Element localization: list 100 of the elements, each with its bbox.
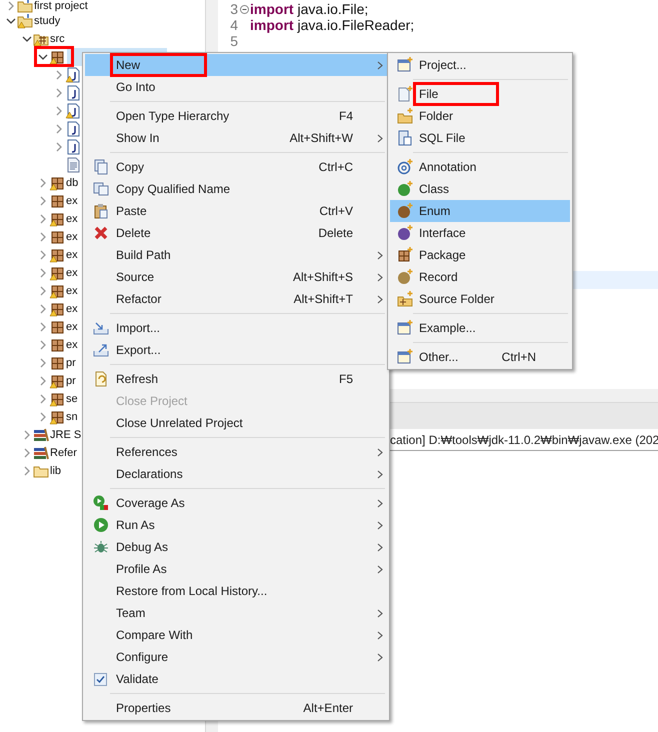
new-file-icon (396, 86, 412, 102)
menu-item[interactable]: Go Into (85, 76, 387, 98)
menu-item[interactable]: Restore from Local History... (85, 580, 387, 602)
tree-item-label[interactable]: JRE S (50, 429, 82, 441)
menu-item[interactable]: Team (85, 602, 387, 624)
export-tray-icon (92, 342, 108, 358)
menu-item[interactable]: Build Path (85, 244, 387, 266)
menu-item[interactable]: Enum (390, 200, 570, 222)
tree-item-label[interactable]: ex (66, 249, 78, 261)
tree-item-label[interactable]: pr (66, 357, 76, 369)
menu-item[interactable]: Source Alt+Shift+S (85, 266, 387, 288)
menu-item[interactable]: Interface (390, 222, 570, 244)
tree-item-label[interactable]: study (34, 15, 60, 27)
tree-item-label[interactable]: ex (66, 213, 78, 225)
menu-item[interactable]: Example... (390, 317, 570, 339)
menu-item[interactable]: Copy Ctrl+C (85, 156, 387, 178)
at-sign-icon (396, 159, 412, 175)
menu-item[interactable]: Record (390, 266, 570, 288)
menu-item[interactable]: Annotation (390, 156, 570, 178)
menu-item[interactable]: Properties Alt+Enter (85, 697, 387, 719)
menu-item[interactable]: Refresh F5 (85, 368, 387, 390)
chevron-right-icon[interactable] (38, 394, 48, 404)
tree-item-label[interactable]: sn (66, 411, 78, 423)
chevron-right-icon[interactable] (38, 322, 48, 332)
chevron-right-icon[interactable] (38, 376, 48, 386)
checkbox[interactable] (94, 672, 107, 686)
menu-item[interactable]: Paste Ctrl+V (85, 200, 387, 222)
chevron-right-icon[interactable] (54, 142, 64, 152)
menu-item[interactable]: Close Unrelated Project (85, 412, 387, 434)
chevron-right-icon[interactable] (38, 304, 48, 314)
chevron-right-icon[interactable] (38, 412, 48, 422)
chevron-right-icon[interactable] (38, 214, 48, 224)
menu-item[interactable]: Project... (390, 54, 570, 76)
menu-item[interactable]: Declarations (85, 463, 387, 485)
clipboard-icon (92, 203, 108, 219)
menu-item[interactable]: Compare With (85, 624, 387, 646)
menu-item-label: Properties (116, 700, 171, 717)
tree-item-label[interactable]: ex (66, 339, 78, 351)
chevron-down-icon[interactable] (38, 52, 48, 62)
collapse-icon[interactable] (240, 4, 248, 14)
tree-item-label[interactable]: ex (66, 267, 78, 279)
chevron-down-icon[interactable] (22, 34, 32, 44)
chevron-right-icon[interactable] (22, 430, 32, 440)
menu-item[interactable]: Export... (85, 339, 387, 361)
chevron-right-icon[interactable] (54, 88, 64, 98)
menu-item[interactable]: Debug As (85, 536, 387, 558)
chevron-down-icon[interactable] (6, 16, 16, 26)
shortcut-label: Alt+Enter (303, 700, 353, 717)
chevron-right-icon[interactable] (38, 286, 48, 296)
menu-item-label: Show In (116, 130, 160, 147)
tree-item-label[interactable]: se (66, 393, 78, 405)
menu-item[interactable]: Refactor Alt+Shift+T (85, 288, 387, 310)
menu-item[interactable]: Coverage As (85, 492, 387, 514)
menu-item[interactable]: File (390, 83, 570, 105)
menu-item[interactable]: Validate (85, 668, 387, 690)
menu-item[interactable]: Source Folder (390, 288, 570, 310)
menu-item-label: Export... (116, 342, 161, 359)
tree-item-label[interactable]: db (66, 177, 78, 189)
chevron-right-icon[interactable] (22, 466, 32, 476)
tree-item-label[interactable]: ex (66, 285, 78, 297)
tree-item-label[interactable]: lib (50, 465, 62, 477)
tree-item-label[interactable]: ex (66, 231, 78, 243)
menu-item[interactable]: Folder (390, 105, 570, 127)
chevron-right-icon[interactable] (38, 232, 48, 242)
menu-item[interactable]: Configure (85, 646, 387, 668)
tree-item-label[interactable]: Refer (50, 447, 77, 459)
menu-item[interactable]: Class (390, 178, 570, 200)
menu-item[interactable]: References (85, 441, 387, 463)
menu-item[interactable]: Delete Delete (85, 222, 387, 244)
chevron-right-icon[interactable] (6, 1, 16, 11)
chevron-right-icon[interactable] (38, 268, 48, 278)
chevron-right-icon[interactable] (22, 448, 32, 458)
menu-item[interactable]: Show In Alt+Shift+W (85, 127, 387, 149)
chevron-right-icon[interactable] (54, 106, 64, 116)
menu-item-label: Restore from Local History... (116, 583, 268, 600)
tree-item-label[interactable]: src (50, 33, 65, 45)
menu-item-label: Refresh (116, 371, 158, 388)
menu-item-label: Close Project (116, 393, 188, 410)
chevron-right-icon[interactable] (38, 178, 48, 188)
chevron-right-icon[interactable] (54, 70, 64, 80)
menu-item-label: Build Path (116, 247, 171, 264)
tree-item-label[interactable]: first project (34, 0, 88, 12)
menu-item[interactable]: Copy Qualified Name (85, 178, 387, 200)
menu-item[interactable]: New (85, 54, 387, 76)
tree-item-label[interactable]: pr (66, 375, 76, 387)
menu-item[interactable]: Run As (85, 514, 387, 536)
menu-item[interactable]: Package (390, 244, 570, 266)
tree-item-label[interactable]: ex (66, 195, 78, 207)
chevron-right-icon[interactable] (38, 340, 48, 350)
tree-item-label[interactable]: ex (66, 303, 78, 315)
menu-item[interactable]: Open Type Hierarchy F4 (85, 105, 387, 127)
menu-item[interactable]: Other... Ctrl+N (390, 346, 570, 368)
chevron-right-icon[interactable] (54, 124, 64, 134)
chevron-right-icon[interactable] (38, 358, 48, 368)
chevron-right-icon[interactable] (38, 196, 48, 206)
chevron-right-icon[interactable] (38, 250, 48, 260)
menu-item[interactable]: Profile As (85, 558, 387, 580)
menu-item[interactable]: SQL File (390, 127, 570, 149)
tree-item-label[interactable]: ex (66, 321, 78, 333)
menu-item[interactable]: Import... (85, 317, 387, 339)
